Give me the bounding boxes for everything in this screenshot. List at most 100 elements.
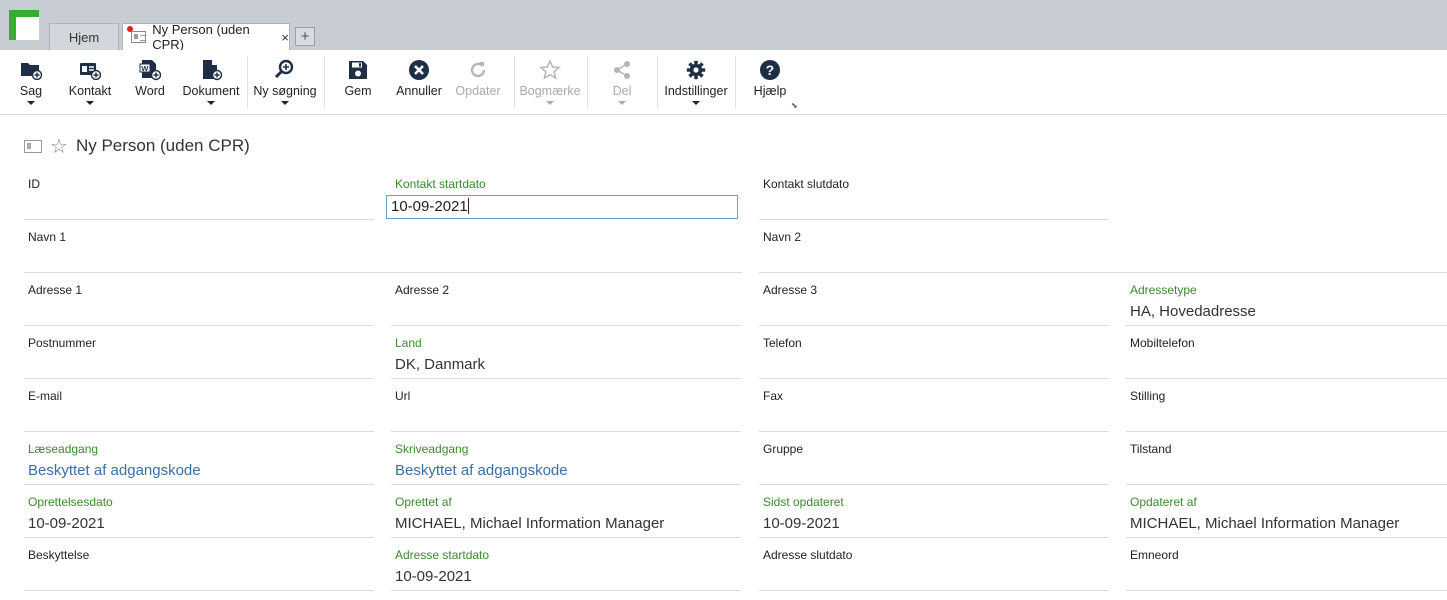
ribbon-separator: [324, 56, 325, 108]
star-icon: [539, 58, 561, 82]
field-oprettelsesdato[interactable]: Oprettelsesdato 10-09-2021: [24, 490, 374, 538]
field-label: Mobiltelefon: [1130, 336, 1195, 350]
svg-text:W: W: [141, 64, 149, 73]
contact-add-icon: [79, 58, 101, 82]
field-mobiltelefon[interactable]: Mobiltelefon: [1126, 331, 1447, 379]
kontakt-button[interactable]: Kontakt: [67, 50, 113, 115]
field-adresse-startdato[interactable]: Adresse startdato 10-09-2021: [391, 543, 741, 591]
refresh-icon: [468, 58, 488, 82]
field-label: Adresse 3: [763, 283, 818, 297]
close-tab-icon[interactable]: ×: [281, 30, 289, 45]
field-emneord[interactable]: Emneord: [1126, 543, 1447, 591]
ny-soegning-button[interactable]: Ny søgning: [253, 50, 317, 115]
field-underline: [391, 537, 741, 538]
field-label: Navn 2: [763, 230, 802, 244]
field-kontakt-startdato[interactable]: Kontakt startdato 10-09-2021: [386, 172, 741, 220]
del-dropdown-caret[interactable]: [618, 101, 626, 105]
indstillinger-label: Indstillinger: [664, 84, 728, 98]
gem-button[interactable]: Gem: [342, 50, 374, 115]
field-label: Url: [395, 389, 411, 403]
svg-text:?: ?: [766, 62, 775, 78]
indstillinger-button[interactable]: Indstillinger: [663, 50, 729, 115]
field-underline: [391, 325, 741, 326]
kontakt-label: Kontakt: [68, 84, 112, 98]
dokument-button[interactable]: Dokument: [181, 50, 241, 115]
app-logo[interactable]: [9, 10, 39, 40]
kontakt-startdato-input[interactable]: 10-09-2021: [386, 195, 738, 219]
tab-ny-person[interactable]: Ny Person (uden CPR) ×: [122, 22, 290, 52]
field-tilstand[interactable]: Tilstand: [1126, 437, 1447, 485]
del-button[interactable]: Del: [606, 50, 638, 115]
field-adresse2[interactable]: Adresse 2: [391, 278, 741, 326]
bogmaerke-button[interactable]: Bogmærke: [519, 50, 581, 115]
field-underline: [24, 431, 374, 432]
word-label: Word: [135, 84, 165, 98]
text-cursor: [467, 198, 469, 214]
dokument-dropdown-caret[interactable]: [207, 101, 215, 105]
field-label: Adressetype: [1130, 283, 1197, 297]
field-adresse3[interactable]: Adresse 3: [759, 278, 1109, 326]
annuller-button[interactable]: Annuller: [394, 50, 444, 115]
field-label: ID: [28, 177, 40, 191]
field-adresse1[interactable]: Adresse 1: [24, 278, 374, 326]
field-label: Oprettelsesdato: [28, 495, 113, 509]
field-sidst-opdateret[interactable]: Sidst opdateret 10-09-2021: [759, 490, 1109, 538]
field-telefon[interactable]: Telefon: [759, 331, 1109, 379]
field-url[interactable]: Url: [391, 384, 741, 432]
field-value: DK, Danmark: [395, 356, 486, 373]
field-laeseadgang[interactable]: Læseadgang Beskyttet af adgangskode: [24, 437, 374, 485]
field-label: Beskyttelse: [28, 548, 90, 562]
field-underline: [24, 378, 374, 379]
field-adresse-slutdato[interactable]: Adresse slutdato: [759, 543, 1109, 591]
field-id[interactable]: ID: [24, 172, 374, 220]
field-beskyttelse[interactable]: Beskyttelse: [24, 543, 374, 591]
indstillinger-dropdown-caret[interactable]: [692, 101, 700, 105]
field-email[interactable]: E-mail: [24, 384, 374, 432]
field-stilling[interactable]: Stilling: [1126, 384, 1447, 432]
field-underline: [759, 590, 1109, 591]
field-underline: [1126, 484, 1447, 485]
field-kontakt-slutdato[interactable]: Kontakt slutdato: [759, 172, 1109, 220]
add-tab-button[interactable]: +: [295, 27, 315, 46]
page-title: Ny Person (uden CPR): [75, 136, 250, 155]
field-opdateret-af[interactable]: Opdateret af MICHAEL, Michael Informatio…: [1126, 490, 1447, 538]
field-underline: [24, 484, 374, 485]
ribbon-separator: [657, 56, 658, 108]
field-skriveadgang[interactable]: Skriveadgang Beskyttet af adgangskode: [391, 437, 741, 485]
field-navn1[interactable]: Navn 1: [24, 225, 742, 273]
field-value-link[interactable]: Beskyttet af adgangskode: [395, 462, 568, 479]
field-underline: [759, 219, 1109, 220]
field-underline: [759, 272, 1447, 273]
field-label: E-mail: [28, 389, 63, 403]
field-label: Adresse slutdato: [763, 548, 853, 562]
contact-card-icon: [24, 139, 42, 153]
ribbon-collapse-icon[interactable]: ⬊: [791, 101, 798, 110]
field-value: MICHAEL, Michael Information Manager: [395, 515, 665, 532]
ny-soegning-label: Ny søgning: [253, 84, 317, 98]
field-land[interactable]: Land DK, Danmark: [391, 331, 741, 379]
field-fax[interactable]: Fax: [759, 384, 1109, 432]
field-gruppe[interactable]: Gruppe: [759, 437, 1109, 485]
ny-soegning-dropdown-caret[interactable]: [281, 101, 289, 105]
tab-home[interactable]: Hjem: [49, 23, 119, 50]
opdater-button[interactable]: Opdater: [454, 50, 502, 115]
folder-add-icon: [20, 58, 42, 82]
bookmark-star-icon[interactable]: ☆: [50, 134, 68, 159]
field-adressetype[interactable]: Adressetype HA, Hovedadresse: [1126, 278, 1447, 326]
word-button[interactable]: W Word: [132, 50, 168, 115]
field-value-link[interactable]: Beskyttet af adgangskode: [28, 462, 201, 479]
field-label: Oprettet af: [395, 495, 452, 509]
hjaelp-button[interactable]: ? Hjælp: [753, 50, 787, 115]
sag-dropdown-caret[interactable]: [27, 101, 35, 105]
field-underline: [759, 378, 1109, 379]
gem-label: Gem: [344, 84, 372, 98]
field-postnummer[interactable]: Postnummer: [24, 331, 374, 379]
field-oprettet-af[interactable]: Oprettet af MICHAEL, Michael Information…: [391, 490, 741, 538]
dokument-label: Dokument: [182, 84, 240, 98]
sag-button[interactable]: Sag: [14, 50, 48, 115]
bogmaerke-dropdown-caret[interactable]: [546, 101, 554, 105]
field-navn2[interactable]: Navn 2: [759, 225, 1447, 273]
field-value: 10-09-2021: [395, 568, 472, 585]
kontakt-dropdown-caret[interactable]: [86, 101, 94, 105]
search-add-icon: [274, 58, 296, 82]
